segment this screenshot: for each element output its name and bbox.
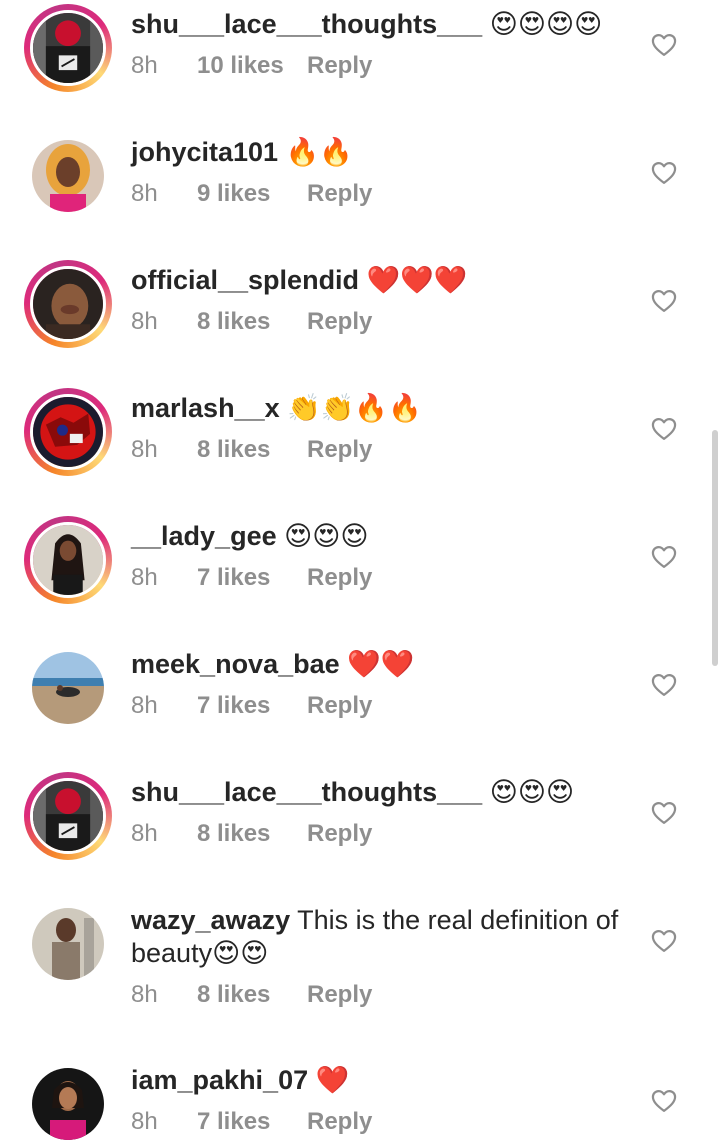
- man-portrait-avatar-image: [32, 908, 104, 980]
- comment-time: 8h: [131, 308, 158, 335]
- reply-button[interactable]: Reply: [307, 51, 372, 81]
- comment-time: 8h: [131, 436, 158, 463]
- avatar[interactable]: [24, 260, 112, 348]
- like-heart-icon[interactable]: [650, 31, 678, 59]
- comment-likes[interactable]: 8 likes: [197, 435, 307, 465]
- comment-text: 😍😍😍: [284, 521, 369, 551]
- comment-likes[interactable]: 7 likes: [197, 691, 307, 721]
- avatar[interactable]: [24, 4, 112, 92]
- comment-likes[interactable]: 10 likes: [197, 51, 307, 81]
- red-graphic-avatar-image: [33, 397, 103, 467]
- hooded-figure-avatar-image: [33, 13, 103, 83]
- comment-text: ❤️: [315, 1065, 350, 1095]
- avatar[interactable]: [24, 132, 112, 220]
- comment-time: 8h: [131, 981, 158, 1008]
- comment-username[interactable]: meek_nova_bae: [131, 649, 340, 679]
- comment-time: 8h: [131, 52, 158, 79]
- woman-portrait-avatar-image: [33, 269, 103, 339]
- avatar[interactable]: [24, 644, 112, 732]
- comment-username[interactable]: marlash__x: [131, 393, 280, 423]
- reply-button[interactable]: Reply: [307, 179, 372, 209]
- comment-username[interactable]: johycita101: [131, 137, 278, 167]
- like-heart-icon[interactable]: [650, 799, 678, 827]
- comment-likes[interactable]: 7 likes: [197, 563, 307, 593]
- comment-username[interactable]: shu___lace___thoughts___: [131, 9, 482, 39]
- comment-likes[interactable]: 9 likes: [197, 179, 307, 209]
- comment-likes[interactable]: 8 likes: [197, 980, 307, 1010]
- hooded-figure-avatar-image: [33, 781, 103, 851]
- woman-portrait-avatar-image: [32, 1068, 104, 1140]
- comment-time: 8h: [131, 692, 158, 719]
- comment-time: 8h: [131, 820, 158, 847]
- woman-portrait-avatar-image: [32, 140, 104, 212]
- comment-username[interactable]: __lady_gee: [131, 521, 277, 551]
- comment-username[interactable]: wazy_awazy: [131, 905, 290, 935]
- avatar[interactable]: [24, 900, 112, 988]
- avatar[interactable]: [24, 1060, 112, 1148]
- comment-time: 8h: [131, 180, 158, 207]
- reply-button[interactable]: Reply: [307, 563, 372, 593]
- avatar[interactable]: [24, 516, 112, 604]
- avatar[interactable]: [24, 388, 112, 476]
- comment-text: ❤️❤️❤️: [366, 265, 468, 295]
- avatar[interactable]: [24, 772, 112, 860]
- comment-likes[interactable]: 8 likes: [197, 307, 307, 337]
- like-heart-icon[interactable]: [650, 287, 678, 315]
- like-heart-icon[interactable]: [650, 927, 678, 955]
- like-heart-icon[interactable]: [650, 159, 678, 187]
- comment-text: 😍😍😍😍: [489, 9, 603, 39]
- comment-username[interactable]: iam_pakhi_07: [131, 1065, 308, 1095]
- comment-time: 8h: [131, 1108, 158, 1135]
- comments-list: shu___lace___thoughts___ 😍😍😍😍 8h 10 likes…: [0, 0, 720, 1148]
- comment-text: ❤️❤️: [347, 649, 415, 679]
- like-heart-icon[interactable]: [650, 671, 678, 699]
- beach-photo-avatar-image: [32, 652, 104, 724]
- like-heart-icon[interactable]: [650, 415, 678, 443]
- comment-likes[interactable]: 7 likes: [197, 1107, 307, 1137]
- like-heart-icon[interactable]: [650, 543, 678, 571]
- reply-button[interactable]: Reply: [307, 1107, 372, 1137]
- reply-button[interactable]: Reply: [307, 435, 372, 465]
- scrollbar[interactable]: [712, 430, 718, 666]
- comment-text: 😍😍😍: [489, 777, 575, 807]
- comment-username[interactable]: official__splendid: [131, 265, 359, 295]
- comment-username[interactable]: shu___lace___thoughts___: [131, 777, 482, 807]
- comment-text: 👏👏🔥🔥: [287, 393, 422, 423]
- comment-likes[interactable]: 8 likes: [197, 819, 307, 849]
- reply-button[interactable]: Reply: [307, 819, 372, 849]
- woman-portrait-avatar-image: [33, 525, 103, 595]
- comment-text: 🔥🔥: [285, 137, 353, 167]
- reply-button[interactable]: Reply: [307, 980, 372, 1010]
- reply-button[interactable]: Reply: [307, 307, 372, 337]
- like-heart-icon[interactable]: [650, 1087, 678, 1115]
- reply-button[interactable]: Reply: [307, 691, 372, 721]
- comment-time: 8h: [131, 564, 158, 591]
